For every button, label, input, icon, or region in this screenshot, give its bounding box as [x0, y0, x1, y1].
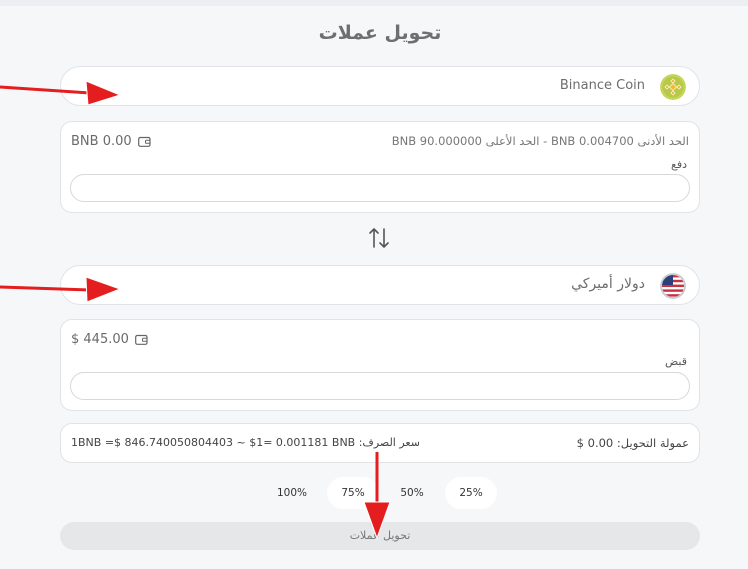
- wallet-icon: [137, 136, 151, 147]
- top-divider: [0, 0, 748, 6]
- conversion-info: عمولة التحويل: 0.00 $ سعر الصرف: 1BNB =$…: [60, 423, 700, 463]
- receive-card: $ 445.00 قبض: [60, 319, 700, 411]
- percent-100-button[interactable]: 100%: [266, 477, 318, 509]
- page-title: تحويل عملات: [318, 22, 442, 44]
- pay-label: دفع: [670, 158, 687, 171]
- exchange-rate: سعر الصرف: 1BNB =$ 846.740050804403 ~ $1…: [71, 436, 420, 449]
- us-flag-icon: [660, 273, 686, 299]
- from-currency-select[interactable]: Binance Coin: [60, 66, 700, 106]
- percent-50-button[interactable]: 50%: [386, 477, 438, 509]
- to-currency-name: دولار أميركي: [571, 276, 645, 292]
- wallet-icon: [134, 334, 148, 345]
- percent-25-button[interactable]: 25%: [445, 477, 497, 509]
- from-balance-value: BNB 0.00: [71, 134, 132, 149]
- convert-submit-button[interactable]: تحويل عملات: [60, 522, 700, 550]
- to-balance-value: $ 445.00: [71, 332, 129, 347]
- pay-amount-input[interactable]: [70, 174, 690, 202]
- percent-75-button[interactable]: 75%: [327, 477, 379, 509]
- from-currency-name: Binance Coin: [559, 78, 645, 93]
- receive-amount-input[interactable]: [70, 372, 690, 400]
- pay-card: BNB 0.00 الحد الأدنى 0.004700 BNB - الحد…: [60, 121, 700, 213]
- to-currency-select[interactable]: دولار أميركي: [60, 265, 700, 305]
- from-limits: الحد الأدنى 0.004700 BNB - الحد الأعلى 9…: [391, 134, 689, 148]
- binance-coin-icon: [660, 74, 686, 100]
- from-balance: BNB 0.00: [71, 134, 151, 149]
- swap-icon[interactable]: [368, 226, 390, 250]
- receive-label: قبض: [664, 355, 687, 368]
- to-balance: $ 445.00: [71, 332, 148, 347]
- conversion-fee: عمولة التحويل: 0.00 $: [576, 436, 689, 450]
